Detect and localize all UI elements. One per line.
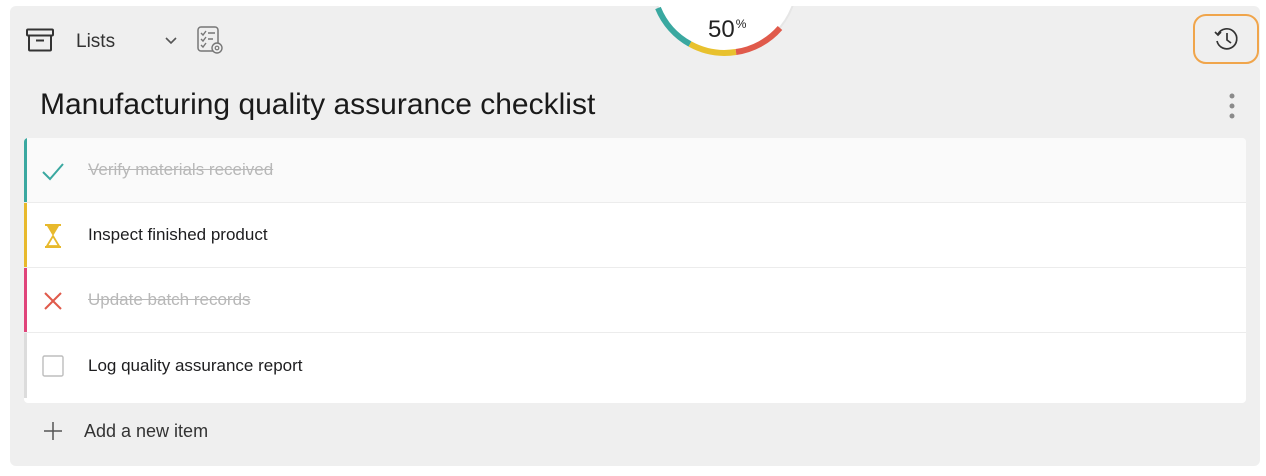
list-item[interactable]: Log quality assurance report xyxy=(24,333,1246,398)
status-bar xyxy=(24,333,27,398)
list-item-label: Log quality assurance report xyxy=(88,355,303,375)
add-item-label: Add a new item xyxy=(84,420,209,441)
checklist-settings-icon[interactable] xyxy=(196,25,224,55)
plus-icon xyxy=(44,422,62,440)
checklist-items: Verify materials received Inspect finish… xyxy=(24,138,1246,403)
status-bar xyxy=(24,268,27,332)
chevron-down-icon[interactable] xyxy=(164,33,178,47)
progress-percentage: 50% xyxy=(708,16,746,44)
progress-number: 50 xyxy=(708,16,735,43)
list-item-label: Verify materials received xyxy=(88,160,274,179)
list-item[interactable]: Verify materials received xyxy=(24,138,1246,203)
list-item[interactable]: Inspect finished product xyxy=(24,203,1246,268)
history-button[interactable] xyxy=(1193,14,1259,64)
archive-box-icon[interactable] xyxy=(26,28,54,52)
close-icon[interactable] xyxy=(40,288,66,314)
status-bar xyxy=(24,138,27,202)
progress-unit: % xyxy=(735,17,747,31)
list-item[interactable]: Update batch records xyxy=(24,268,1246,333)
lists-dropdown-label[interactable]: Lists xyxy=(76,31,115,53)
checklist-title[interactable]: Manufacturing quality assurance checklis… xyxy=(40,88,595,122)
history-clock-icon xyxy=(1214,27,1238,50)
checklist-panel: Lists 50% Manufacturing quality assuranc… xyxy=(10,6,1260,466)
list-item-label: Update batch records xyxy=(88,290,251,309)
status-bar xyxy=(24,203,27,267)
add-item-button[interactable]: Add a new item xyxy=(42,420,208,442)
checkbox-icon[interactable] xyxy=(40,353,66,379)
more-vertical-icon[interactable] xyxy=(1224,92,1240,120)
checkmark-icon[interactable] xyxy=(40,158,66,184)
list-item-label: Inspect finished product xyxy=(88,225,268,244)
hourglass-icon[interactable] xyxy=(40,223,66,249)
